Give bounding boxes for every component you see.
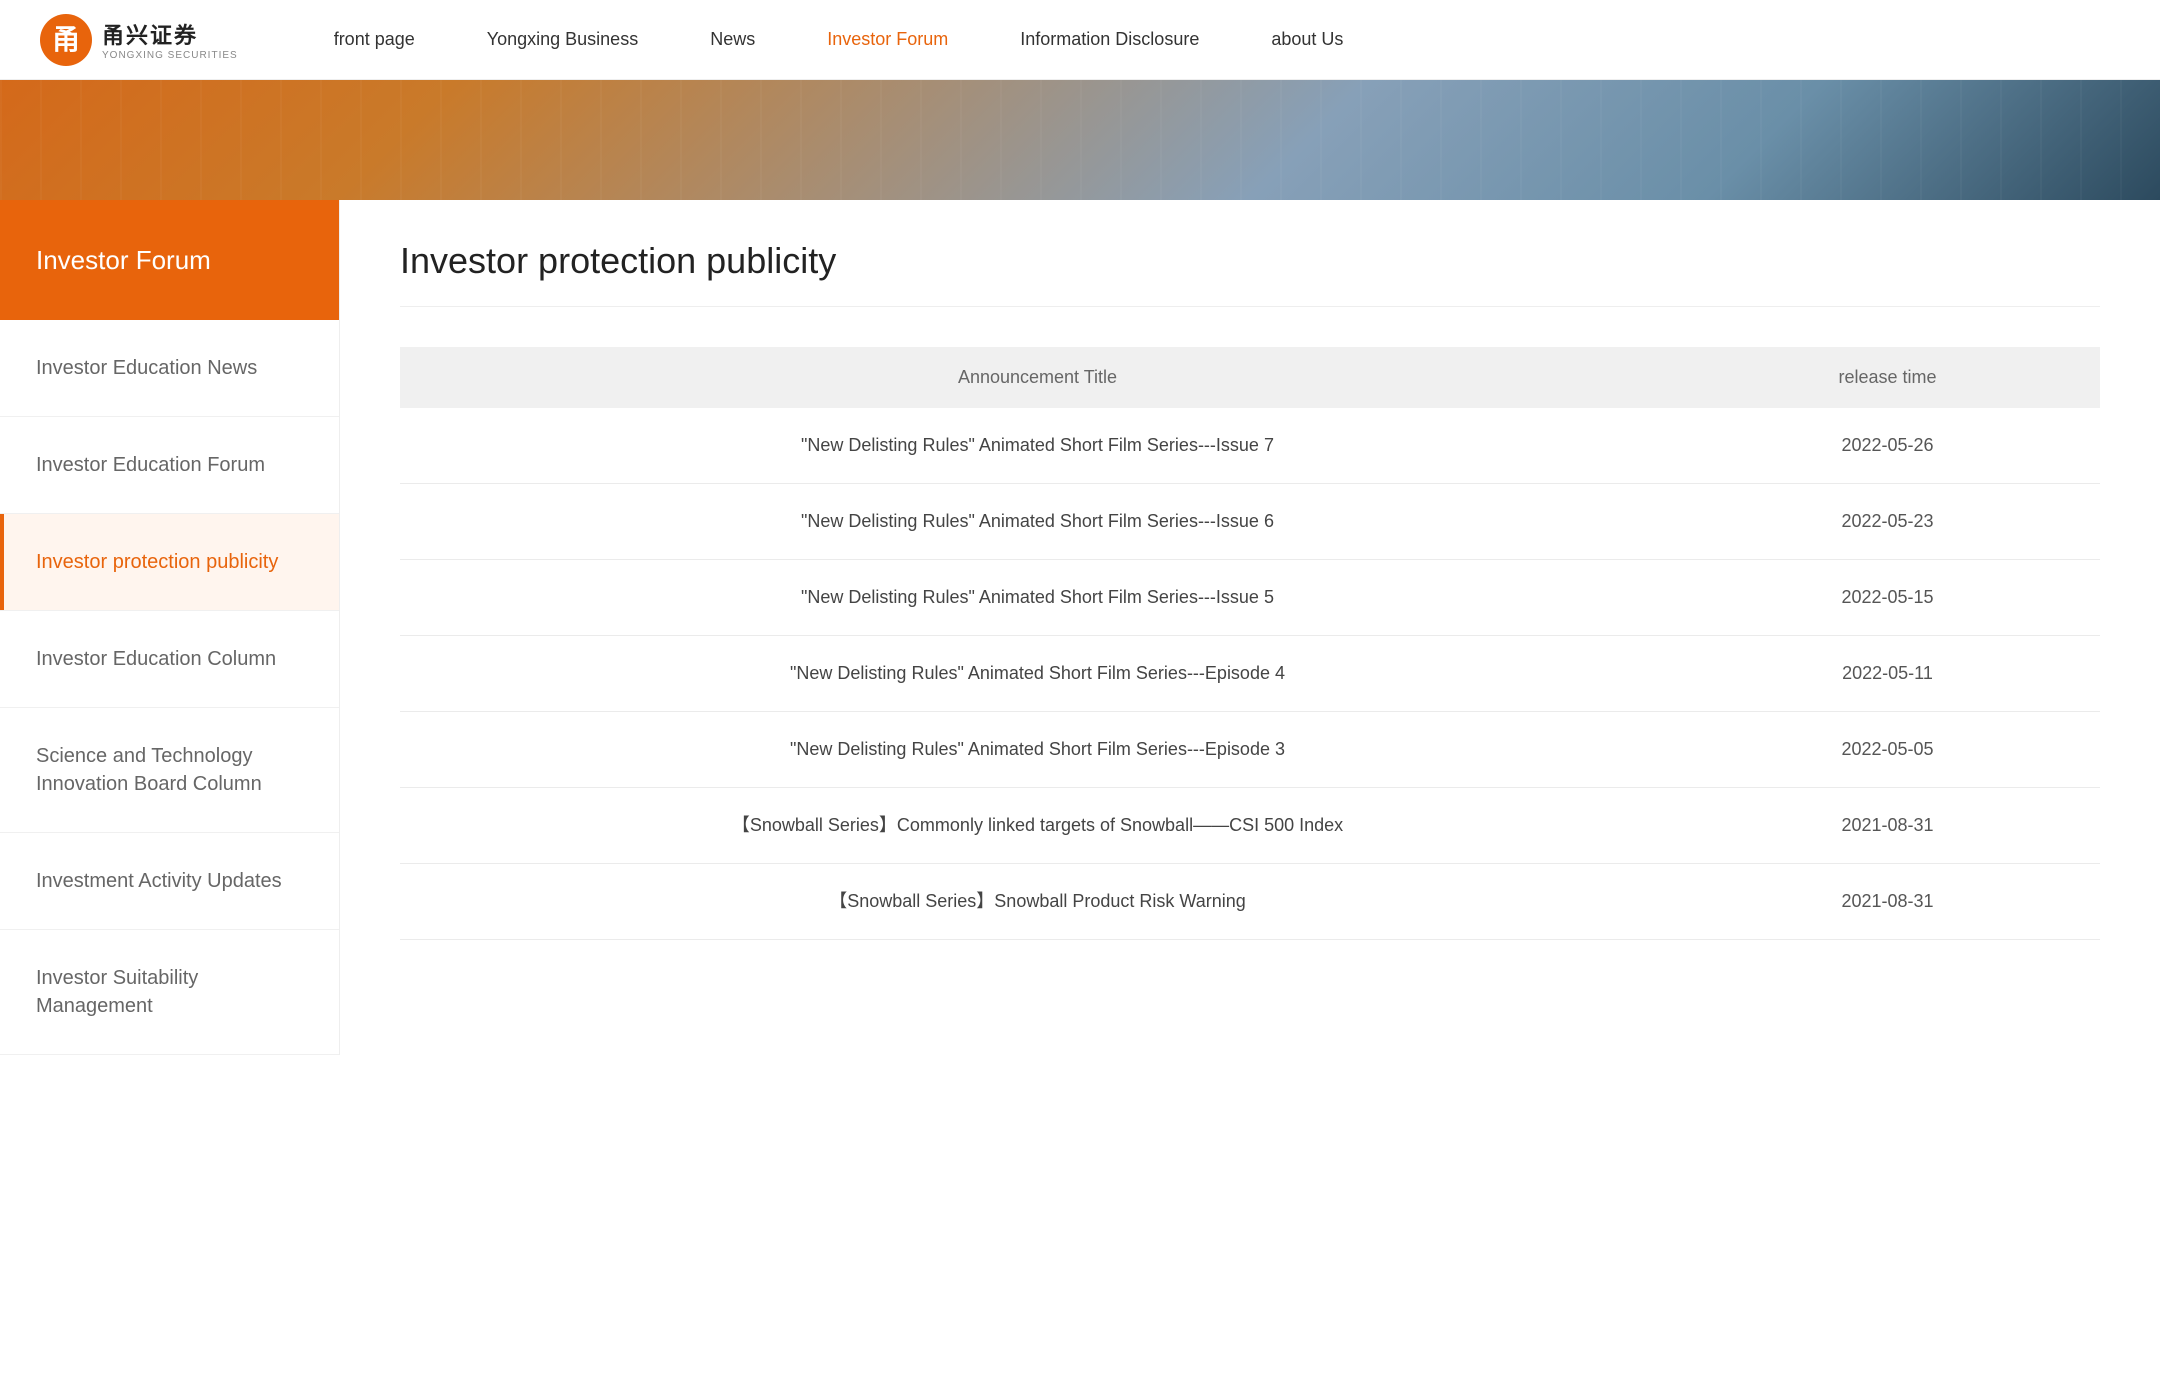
col-announcement-title: Announcement Title (400, 347, 1675, 408)
content-area: Investor protection publicity Announceme… (340, 200, 2160, 1055)
sidebar-item-investor-suitability[interactable]: Investor Suitability Management (0, 930, 339, 1055)
release-date-cell: 2021-08-31 (1675, 788, 2100, 864)
sidebar: Investor Forum Investor Education News I… (0, 200, 340, 1055)
table-row[interactable]: 【Snowball Series】Snowball Product Risk W… (400, 864, 2100, 940)
nav-item-investor-forum[interactable]: Investor Forum (791, 0, 984, 80)
table-header-row: Announcement Title release time (400, 347, 2100, 408)
logo[interactable]: 甬 甬兴证券 YONGXING SECURITIES (40, 14, 238, 66)
table-row[interactable]: "New Delisting Rules" Animated Short Fil… (400, 636, 2100, 712)
sidebar-item-protection-publicity[interactable]: Investor protection publicity (0, 514, 339, 611)
nav-item-information-disclosure[interactable]: Information Disclosure (984, 0, 1235, 80)
svg-text:甬: 甬 (52, 25, 80, 56)
sidebar-menu: Investor Education News Investor Educati… (0, 320, 339, 1055)
release-date-cell: 2022-05-23 (1675, 484, 2100, 560)
logo-text: 甬兴证券 YONGXING SECURITIES (102, 18, 238, 61)
sidebar-item-sci-tech-board[interactable]: Science and Technology Innovation Board … (0, 708, 339, 833)
logo-icon: 甬 (40, 14, 92, 66)
release-date-cell: 2021-08-31 (1675, 864, 2100, 940)
logo-en-text: YONGXING SECURITIES (102, 50, 238, 61)
sidebar-header-label: Investor Forum (36, 245, 211, 276)
announcement-title-cell[interactable]: "New Delisting Rules" Animated Short Fil… (400, 560, 1675, 636)
release-date-cell: 2022-05-26 (1675, 408, 2100, 484)
page-title: Investor protection publicity (400, 240, 2100, 307)
announcement-table: Announcement Title release time "New Del… (400, 347, 2100, 940)
logo-cn-text: 甬兴证券 (102, 18, 238, 50)
main-layout: Investor Forum Investor Education News I… (0, 200, 2160, 1055)
sidebar-item-investment-activity[interactable]: Investment Activity Updates (0, 833, 339, 930)
nav-item-front-page[interactable]: front page (298, 0, 451, 80)
table-row[interactable]: "New Delisting Rules" Animated Short Fil… (400, 408, 2100, 484)
nav-item-news[interactable]: News (674, 0, 791, 80)
announcement-title-cell[interactable]: "New Delisting Rules" Animated Short Fil… (400, 484, 1675, 560)
sidebar-item-education-column[interactable]: Investor Education Column (0, 611, 339, 708)
nav-item-about-us[interactable]: about Us (1235, 0, 1379, 80)
table-row[interactable]: "New Delisting Rules" Animated Short Fil… (400, 484, 2100, 560)
release-date-cell: 2022-05-05 (1675, 712, 2100, 788)
release-date-cell: 2022-05-15 (1675, 560, 2100, 636)
announcement-title-cell[interactable]: 【Snowball Series】Snowball Product Risk W… (400, 864, 1675, 940)
table-row[interactable]: 【Snowball Series】Commonly linked targets… (400, 788, 2100, 864)
table-row[interactable]: "New Delisting Rules" Animated Short Fil… (400, 712, 2100, 788)
main-nav: front page Yongxing Business News Invest… (298, 0, 2120, 80)
announcement-title-cell[interactable]: "New Delisting Rules" Animated Short Fil… (400, 636, 1675, 712)
release-date-cell: 2022-05-11 (1675, 636, 2100, 712)
announcement-title-cell[interactable]: "New Delisting Rules" Animated Short Fil… (400, 712, 1675, 788)
hero-banner (0, 80, 2160, 200)
sidebar-item-education-news[interactable]: Investor Education News (0, 320, 339, 417)
sidebar-item-education-forum[interactable]: Investor Education Forum (0, 417, 339, 514)
col-release-time: release time (1675, 347, 2100, 408)
announcement-title-cell[interactable]: "New Delisting Rules" Animated Short Fil… (400, 408, 1675, 484)
announcement-title-cell[interactable]: 【Snowball Series】Commonly linked targets… (400, 788, 1675, 864)
table-row[interactable]: "New Delisting Rules" Animated Short Fil… (400, 560, 2100, 636)
nav-item-yongxing-business[interactable]: Yongxing Business (451, 0, 674, 80)
header: 甬 甬兴证券 YONGXING SECURITIES front page Yo… (0, 0, 2160, 80)
sidebar-header: Investor Forum (0, 200, 339, 320)
